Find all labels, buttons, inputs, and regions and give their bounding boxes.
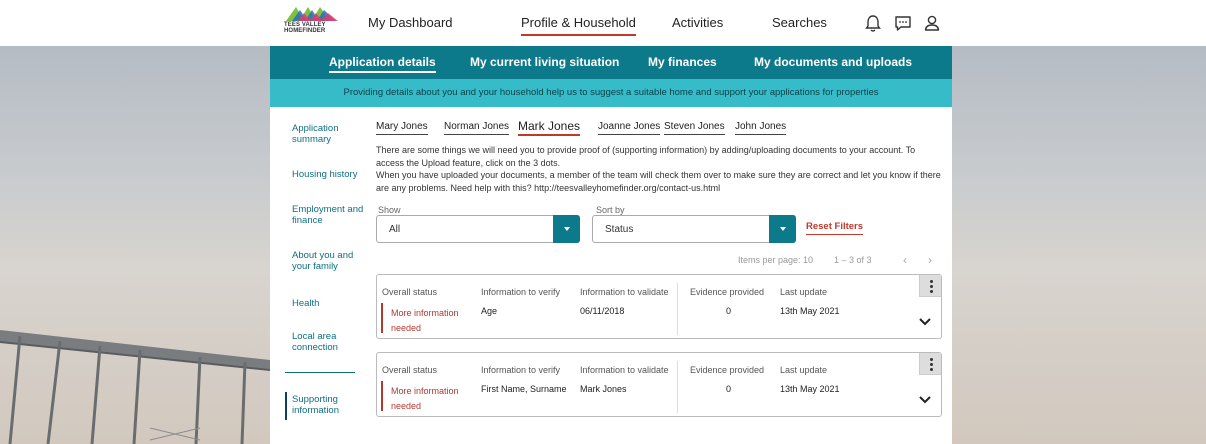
sidebar-item-application-summary[interactable]: Application summary bbox=[292, 123, 366, 145]
user-icon[interactable] bbox=[922, 13, 942, 33]
logo-mark-icon bbox=[286, 7, 338, 21]
top-header: TEES VALLEY HOMEFINDER My Dashboard Prof… bbox=[0, 0, 1206, 46]
table-row: Overall status Information to verify Inf… bbox=[376, 352, 942, 417]
table-row: Overall status Information to verify Inf… bbox=[376, 274, 942, 339]
evidence-value: 0 bbox=[726, 384, 732, 394]
intro-paragraph-1: There are some things we will need you t… bbox=[376, 145, 916, 168]
tab-documents-uploads[interactable]: My documents and uploads bbox=[754, 55, 912, 69]
status-text: More information needed bbox=[391, 386, 459, 411]
status-indicator-bar bbox=[381, 303, 383, 333]
person-tab-joanne[interactable]: Joanne Jones bbox=[598, 121, 661, 135]
last-update-value: 13th May 2021 bbox=[780, 384, 840, 394]
nav-my-dashboard[interactable]: My Dashboard bbox=[368, 15, 453, 30]
chevron-left-icon[interactable]: ‹ bbox=[903, 253, 907, 267]
col-header-evidence: Evidence provided bbox=[690, 365, 765, 375]
nav-activities[interactable]: Activities bbox=[672, 15, 723, 30]
logo-text-line2: HOMEFINDER bbox=[284, 28, 326, 34]
verify-value: First Name, Surname bbox=[481, 384, 567, 394]
column-divider bbox=[677, 283, 678, 335]
sort-select-value: Status bbox=[605, 224, 634, 235]
validate-value: Mark Jones bbox=[580, 384, 627, 394]
column-divider bbox=[677, 361, 678, 413]
person-tab-steven[interactable]: Steven Jones bbox=[664, 121, 725, 135]
sidebar: Application summary Housing history Empl… bbox=[270, 107, 366, 444]
col-header-evidence: Evidence provided bbox=[690, 287, 765, 297]
tab-application-details[interactable]: Application details bbox=[329, 55, 436, 73]
status-indicator-bar bbox=[381, 381, 383, 411]
col-header-info-validate: Information to validate bbox=[580, 287, 669, 297]
info-banner: Providing details about you and your hou… bbox=[270, 79, 952, 107]
person-tab-mark[interactable]: Mark Jones bbox=[518, 119, 581, 136]
reset-filters-link[interactable]: Reset Filters bbox=[806, 221, 864, 235]
col-header-last-update: Last update bbox=[780, 365, 828, 375]
chevron-right-icon[interactable]: › bbox=[928, 253, 932, 267]
show-select[interactable]: All bbox=[376, 215, 580, 243]
chat-icon[interactable] bbox=[893, 13, 913, 33]
show-select-value: All bbox=[389, 224, 401, 235]
pager-range: 1 – 3 of 3 bbox=[834, 255, 872, 265]
sidebar-item-supporting-information[interactable]: Supporting information bbox=[285, 392, 366, 420]
col-header-info-verify: Information to verify bbox=[481, 365, 561, 375]
sidebar-item-health[interactable]: Health bbox=[292, 298, 366, 309]
tab-my-finances[interactable]: My finances bbox=[648, 55, 717, 69]
tees-valley-logo[interactable]: TEES VALLEY HOMEFINDER bbox=[284, 5, 340, 41]
col-header-overall-status: Overall status bbox=[382, 365, 438, 375]
tab-current-living-situation[interactable]: My current living situation bbox=[470, 55, 619, 69]
sidebar-item-about-you-family[interactable]: About you and your family bbox=[292, 250, 366, 272]
sidebar-item-local-area-connection[interactable]: Local area connection bbox=[292, 331, 366, 353]
bridge-background-image bbox=[0, 330, 270, 444]
evidence-value: 0 bbox=[726, 306, 732, 316]
intro-paragraph-2: When you have uploaded your documents, a… bbox=[376, 170, 941, 193]
dropdown-arrow-icon[interactable] bbox=[769, 215, 796, 243]
sort-select[interactable]: Status bbox=[592, 215, 796, 243]
kebab-menu-icon[interactable] bbox=[919, 275, 941, 297]
bell-icon[interactable] bbox=[863, 13, 883, 33]
show-label: Show bbox=[378, 205, 401, 215]
kebab-menu-icon[interactable] bbox=[919, 353, 941, 375]
content-area: Mary Jones Norman Jones Mark Jones Joann… bbox=[376, 107, 946, 444]
sidebar-divider bbox=[285, 372, 355, 373]
status-text: More information needed bbox=[391, 308, 459, 333]
items-per-page[interactable]: Items per page: 10 bbox=[738, 255, 813, 265]
sidebar-item-housing-history[interactable]: Housing history bbox=[292, 169, 366, 180]
sidebar-item-employment-finance[interactable]: Employment and finance bbox=[292, 204, 366, 226]
nav-profile-household[interactable]: Profile & Household bbox=[521, 15, 636, 36]
validate-value: 06/11/2018 bbox=[580, 306, 625, 316]
chevron-down-icon[interactable] bbox=[919, 395, 931, 405]
col-header-overall-status: Overall status bbox=[382, 287, 438, 297]
person-tab-mary[interactable]: Mary Jones bbox=[376, 121, 428, 135]
person-tab-norman[interactable]: Norman Jones bbox=[444, 121, 510, 135]
dropdown-arrow-icon[interactable] bbox=[553, 215, 580, 243]
col-header-last-update: Last update bbox=[780, 287, 828, 297]
nav-searches[interactable]: Searches bbox=[772, 15, 827, 30]
main-panel: Application details My current living si… bbox=[270, 46, 952, 444]
col-header-info-validate: Information to validate bbox=[580, 365, 669, 375]
sort-label: Sort by bbox=[596, 205, 625, 215]
verify-value: Age bbox=[481, 306, 498, 316]
last-update-value: 13th May 2021 bbox=[780, 306, 840, 316]
person-tab-john[interactable]: John Jones bbox=[735, 121, 787, 135]
chevron-down-icon[interactable] bbox=[919, 317, 931, 327]
sub-navigation: Application details My current living si… bbox=[270, 46, 952, 79]
col-header-info-verify: Information to verify bbox=[481, 287, 561, 297]
